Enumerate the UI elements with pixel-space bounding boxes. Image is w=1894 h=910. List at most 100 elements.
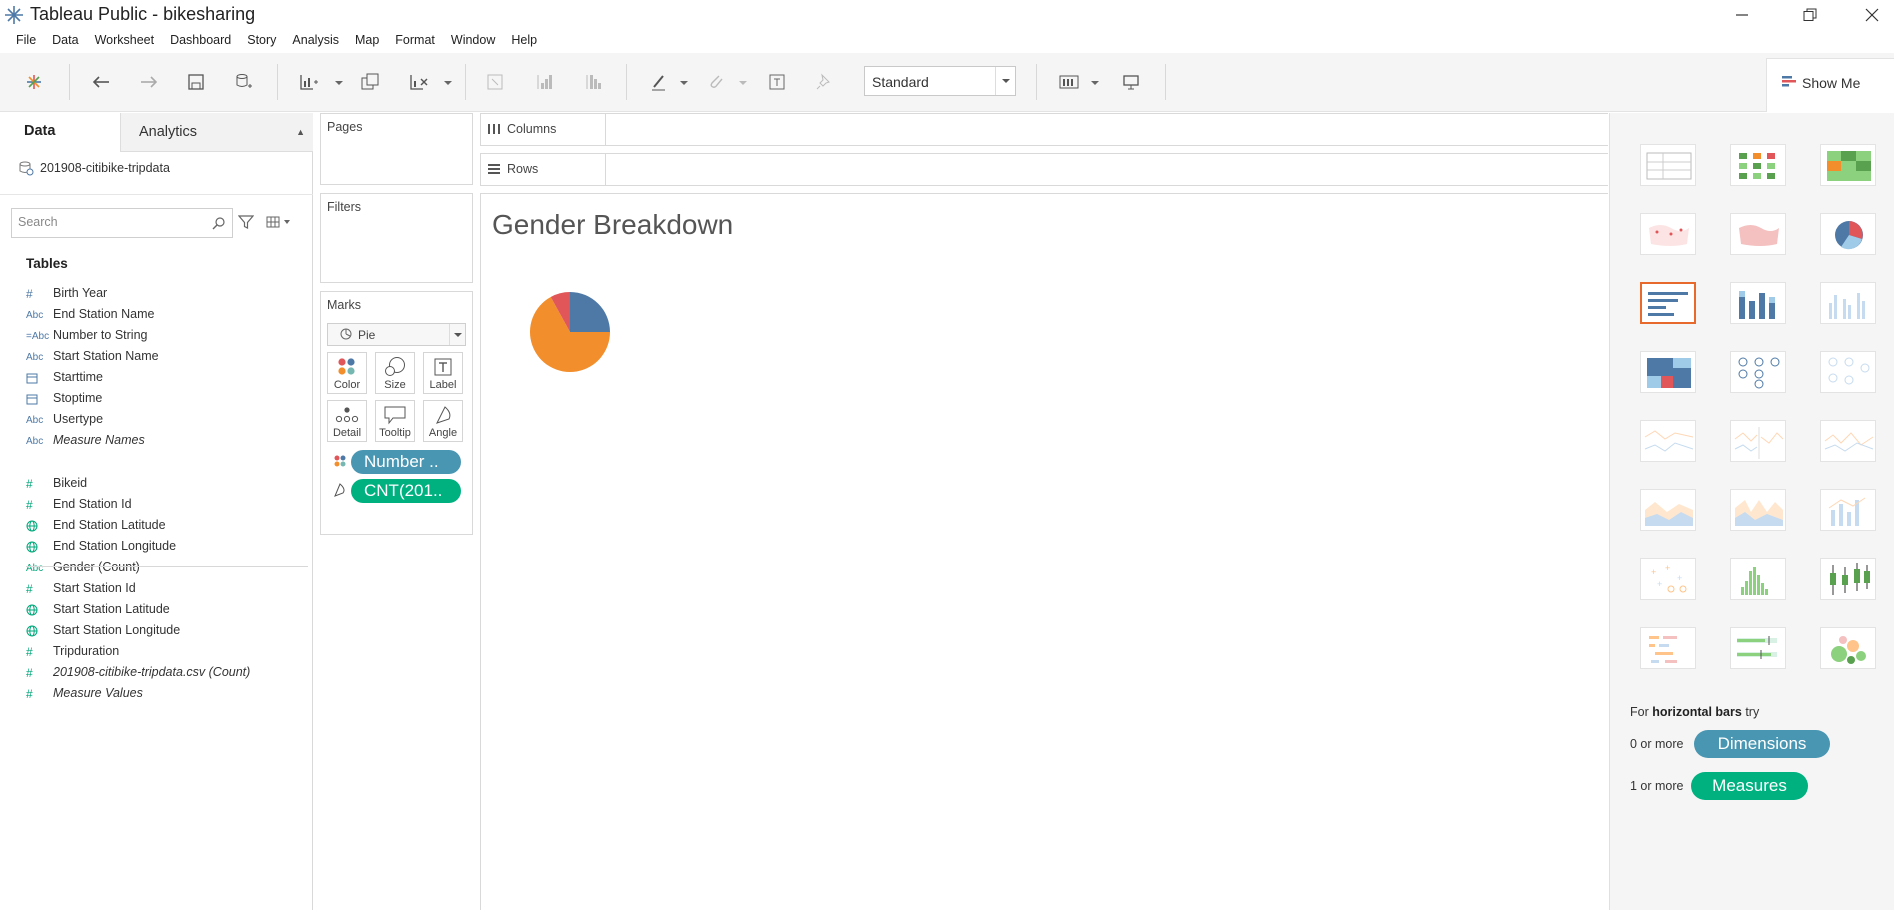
side-by-side-circles-thumb[interactable] [1820, 351, 1876, 393]
chevron-down-icon[interactable] [335, 79, 343, 87]
sort-descending-button[interactable] [580, 69, 606, 95]
field-item[interactable]: Abc Start Station Name [0, 346, 313, 367]
field-item[interactable]: # Birth Year [0, 283, 313, 304]
group-members-button[interactable] [703, 69, 729, 95]
new-datasource-button[interactable] [231, 69, 257, 95]
sort-ascending-button[interactable] [531, 69, 557, 95]
search-box[interactable] [11, 208, 233, 238]
menu-data[interactable]: Data [44, 31, 86, 51]
field-item[interactable]: # Start Station Id [0, 578, 313, 599]
field-item[interactable]: End Station Longitude [0, 536, 313, 557]
field-item[interactable]: Abc Usertype [0, 409, 313, 430]
pie-chart-thumb[interactable] [1820, 213, 1876, 255]
field-item[interactable]: =Abc Number to String [0, 325, 313, 346]
horizontal-bars-thumb[interactable] [1640, 282, 1696, 324]
field-item[interactable]: # Bikeid [0, 473, 313, 494]
presentation-mode-button[interactable] [1118, 69, 1144, 95]
chevron-down-icon[interactable] [1091, 79, 1099, 87]
restore-button[interactable] [1788, 2, 1832, 28]
dual-lines-thumb[interactable] [1820, 420, 1876, 462]
menu-window[interactable]: Window [443, 31, 503, 51]
search-icon[interactable] [212, 216, 226, 230]
viz-title[interactable]: Gender Breakdown [492, 209, 733, 241]
menu-story[interactable]: Story [239, 31, 284, 51]
swap-rows-columns-button[interactable] [482, 69, 508, 95]
dual-combination-thumb[interactable] [1820, 489, 1876, 531]
color-pill[interactable]: Number .. [351, 450, 461, 474]
show-me-button[interactable]: Show Me [1766, 58, 1894, 112]
field-item[interactable]: # End Station Id [0, 494, 313, 515]
rows-shelf[interactable]: Rows [480, 153, 1608, 186]
angle-pill[interactable]: CNT(201.. [351, 479, 461, 503]
mark-label-button[interactable]: Label [423, 352, 463, 394]
menu-analysis[interactable]: Analysis [284, 31, 347, 51]
scatter-plot-thumb[interactable]: + + + + [1640, 558, 1696, 600]
field-item[interactable]: # Tripduration [0, 641, 313, 662]
field-item[interactable]: Abc Gender (Count) [0, 557, 313, 578]
field-item[interactable]: #201908-citibike-tripdata.csv (Count) [0, 662, 313, 683]
field-item[interactable]: Starttime [0, 367, 313, 388]
mark-size-button[interactable]: Size [375, 352, 415, 394]
menu-file[interactable]: File [8, 31, 44, 51]
gantt-thumb[interactable] [1640, 627, 1696, 669]
mark-detail-button[interactable]: Detail [327, 400, 367, 442]
highlight-table-thumb[interactable] [1820, 144, 1876, 186]
side-by-side-bars-thumb[interactable] [1820, 282, 1876, 324]
show-cards-button[interactable] [1056, 69, 1082, 95]
mark-tooltip-button[interactable]: Tooltip [375, 400, 415, 442]
duplicate-sheet-button[interactable] [357, 69, 383, 95]
undo-button[interactable] [88, 69, 114, 95]
search-input[interactable] [18, 215, 198, 229]
area-continuous-thumb[interactable] [1640, 489, 1696, 531]
field-item[interactable]: Abc Measure Names [0, 430, 313, 451]
redo-button[interactable] [136, 69, 162, 95]
menu-help[interactable]: Help [503, 31, 545, 51]
field-item[interactable]: Start Station Longitude [0, 620, 313, 641]
minimize-button[interactable] [1720, 2, 1764, 28]
circle-views-thumb[interactable] [1730, 351, 1786, 393]
fix-axes-button[interactable] [811, 69, 837, 95]
text-table-thumb[interactable] [1640, 144, 1696, 186]
heat-map-thumb[interactable] [1730, 144, 1786, 186]
view-options-icon[interactable] [266, 215, 292, 229]
filter-icon[interactable] [238, 214, 254, 230]
menu-dashboard[interactable]: Dashboard [162, 31, 239, 51]
field-item[interactable]: End Station Latitude [0, 515, 313, 536]
highlight-button[interactable] [646, 69, 672, 95]
clear-sheet-button[interactable] [406, 69, 432, 95]
chevron-down-icon[interactable] [739, 79, 747, 87]
tab-analytics[interactable]: Analytics ▲ [120, 113, 313, 152]
pages-card[interactable]: Pages [320, 113, 473, 185]
bullet-graph-thumb[interactable] [1730, 627, 1786, 669]
field-item[interactable]: # Measure Values [0, 683, 313, 704]
packed-bubbles-thumb[interactable] [1820, 627, 1876, 669]
box-whisker-thumb[interactable] [1820, 558, 1876, 600]
menu-worksheet[interactable]: Worksheet [87, 31, 163, 51]
mark-angle-button[interactable]: Angle [423, 400, 463, 442]
show-mark-labels-button[interactable] [764, 69, 790, 95]
symbol-map-thumb[interactable] [1640, 213, 1696, 255]
field-item[interactable]: Start Station Latitude [0, 599, 313, 620]
fit-dropdown[interactable]: Standard [864, 66, 1016, 96]
pie-chart[interactable] [529, 291, 611, 373]
field-item[interactable]: Abc End Station Name [0, 304, 313, 325]
histogram-thumb[interactable] [1730, 558, 1786, 600]
columns-shelf[interactable]: Columns [480, 113, 1608, 146]
pie-slice-0[interactable] [570, 292, 610, 332]
mark-type-dropdown[interactable]: Pie [327, 323, 466, 346]
mark-color-button[interactable]: Color [327, 352, 367, 394]
chevron-down-icon[interactable] [680, 79, 688, 87]
menu-format[interactable]: Format [387, 31, 443, 51]
filled-map-thumb[interactable] [1730, 213, 1786, 255]
treemap-thumb[interactable] [1640, 351, 1696, 393]
area-discrete-thumb[interactable] [1730, 489, 1786, 531]
save-button[interactable] [183, 69, 209, 95]
close-button[interactable] [1850, 2, 1894, 28]
tableau-home-button[interactable] [21, 69, 47, 95]
new-worksheet-button[interactable] [296, 69, 322, 95]
chevron-down-icon[interactable] [444, 79, 452, 87]
viz-area[interactable]: Gender Breakdown [480, 193, 1608, 910]
filters-card[interactable]: Filters [320, 193, 473, 283]
discrete-lines-thumb[interactable] [1730, 420, 1786, 462]
menu-map[interactable]: Map [347, 31, 387, 51]
